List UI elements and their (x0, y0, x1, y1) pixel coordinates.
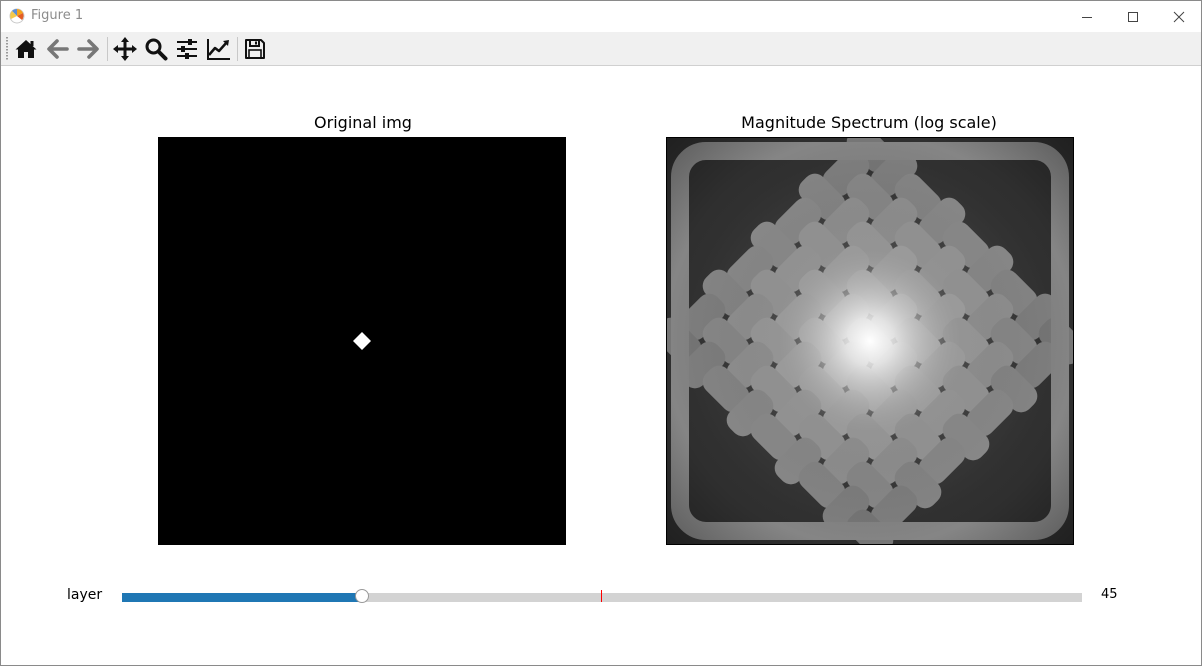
forward-button[interactable] (74, 35, 102, 63)
slider-value: 45 (1101, 587, 1118, 602)
back-button[interactable] (44, 35, 72, 63)
close-icon (1173, 11, 1185, 22)
back-icon (47, 39, 69, 59)
configure-subplots-button[interactable] (173, 35, 201, 63)
left-plot-title: Original img (314, 113, 412, 132)
toolbar-separator (237, 37, 238, 61)
toolbar-grip (6, 37, 8, 61)
window-title: Figure 1 (31, 8, 84, 23)
home-button[interactable] (12, 35, 40, 63)
navigation-toolbar (1, 32, 1201, 66)
save-button[interactable] (241, 35, 269, 63)
slider-label: layer (67, 587, 103, 603)
slider-initial-value-marker (601, 590, 602, 602)
zoom-icon (145, 38, 168, 61)
minimize-icon (1082, 16, 1092, 18)
layer-slider-track[interactable] (122, 593, 1082, 602)
save-icon (245, 39, 265, 59)
home-icon (15, 40, 37, 58)
configure-subplots-icon (177, 39, 197, 59)
layer-slider-fill (122, 593, 362, 602)
layer-slider-handle[interactable] (355, 589, 369, 603)
magnitude-spectrum-axes (666, 137, 1074, 545)
zoom-button[interactable] (142, 35, 170, 63)
close-button[interactable] (1156, 1, 1201, 32)
original-image-axes (158, 137, 566, 545)
pan-icon (113, 37, 137, 61)
pan-button[interactable] (111, 35, 139, 63)
forward-icon (77, 39, 99, 59)
minimize-button[interactable] (1064, 1, 1110, 32)
right-plot-title: Magnitude Spectrum (log scale) (741, 113, 997, 132)
toolbar-separator (107, 37, 108, 61)
maximize-icon (1128, 11, 1138, 22)
figure-window: Figure 1 Original img Magnitude Spectrum… (0, 0, 1202, 666)
matplotlib-logo-icon (9, 8, 25, 24)
maximize-button[interactable] (1110, 1, 1156, 32)
edit-axis-icon (207, 39, 230, 60)
edit-axis-button[interactable] (205, 35, 233, 63)
title-bar: Figure 1 (1, 1, 1201, 32)
